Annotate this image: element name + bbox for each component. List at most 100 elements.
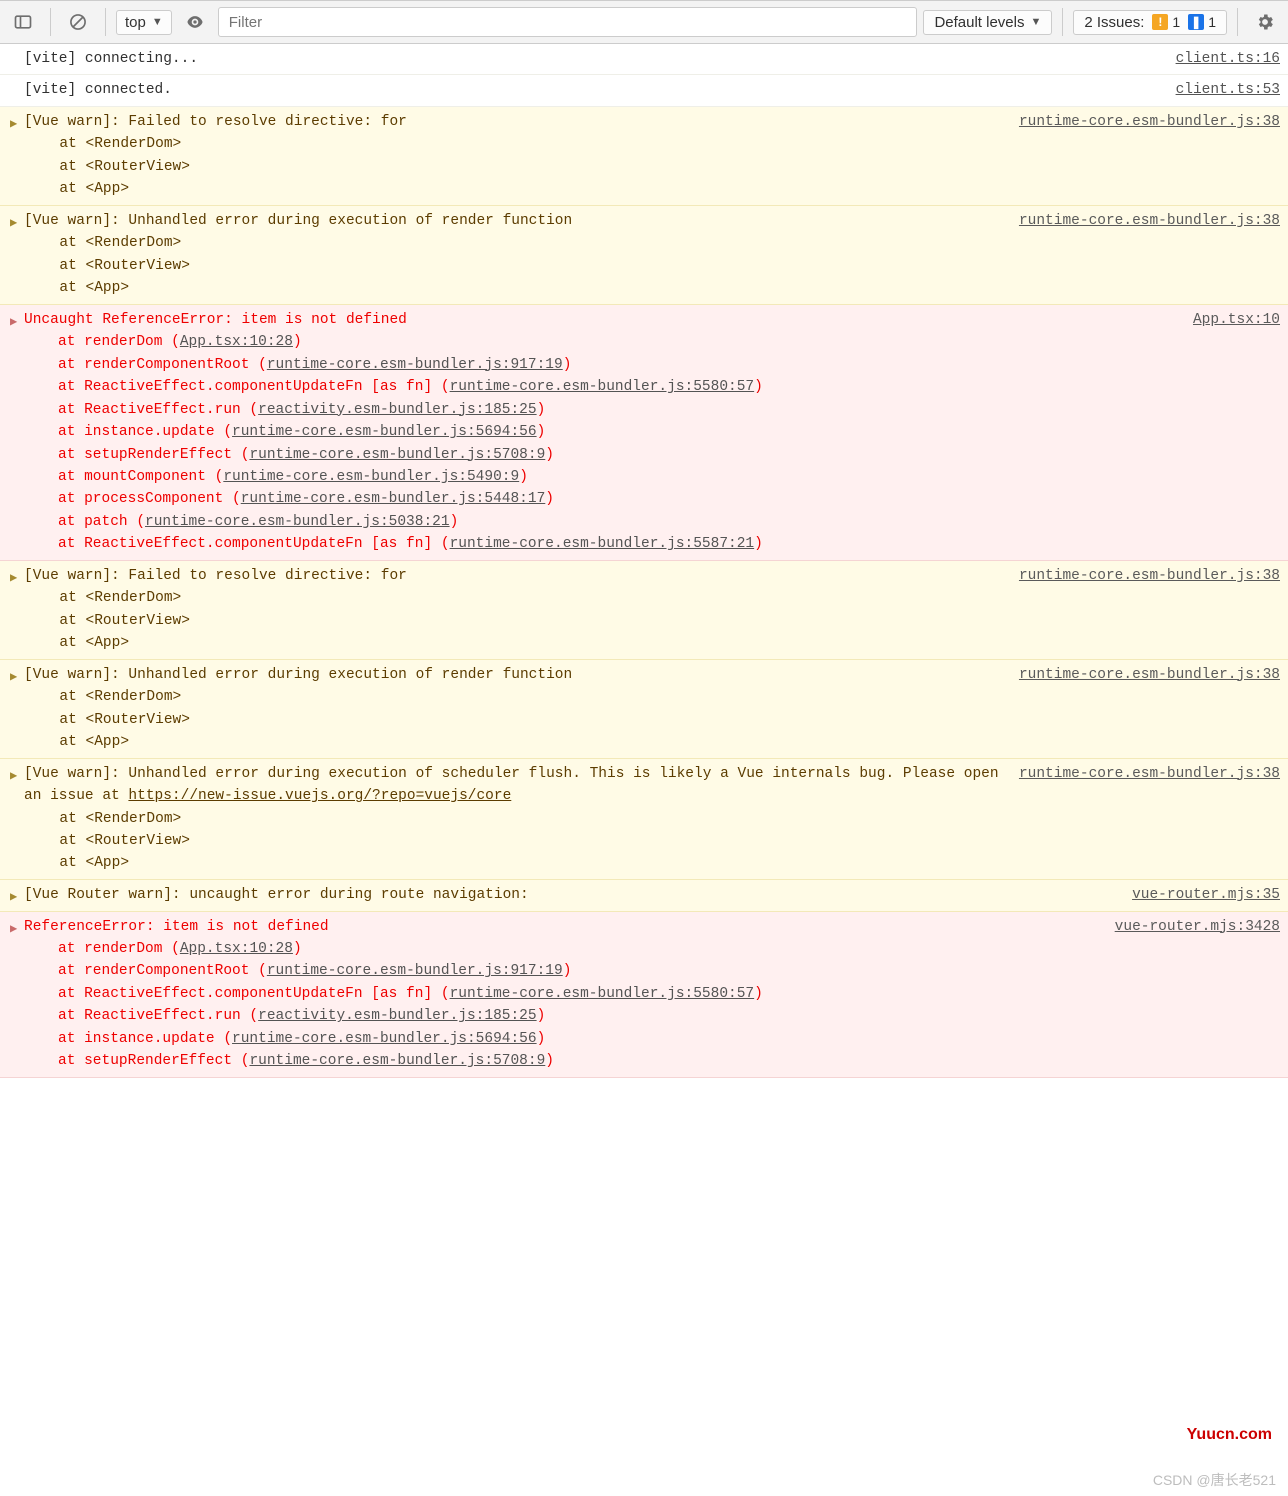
source-link[interactable]: runtime-core.esm-bundler.js:5038:21: [145, 514, 450, 530]
warning-message: [Vue warn]: Unhandled error during execu…: [24, 667, 581, 683]
expand-arrow-icon[interactable]: ▶: [10, 565, 24, 588]
watermark-csdn: CSDN @唐长老521: [1153, 1470, 1276, 1490]
message-body: ReferenceError: item is not definedat re…: [24, 916, 1103, 1073]
stack-frame: at ReactiveEffect.run (reactivity.esm-bu…: [24, 399, 1181, 421]
warning-message: [Vue warn]: Unhandled error during execu…: [24, 213, 581, 229]
source-link[interactable]: client.ts:53: [1176, 79, 1280, 101]
source-link[interactable]: runtime-core.esm-bundler.js:5708:9: [249, 1053, 545, 1069]
console-row: ▶[Vue warn]: Unhandled error during exec…: [0, 759, 1288, 880]
filter-input[interactable]: [218, 7, 918, 37]
stack-frame: at <RouterView>: [24, 709, 1007, 731]
source-link[interactable]: vue-router.mjs:3428: [1115, 916, 1280, 938]
issues-warn-count: 1: [1172, 14, 1180, 30]
live-expression-button[interactable]: [178, 8, 212, 36]
message-body: [Vue warn]: Unhandled error during execu…: [24, 664, 1007, 754]
stack-frame: at renderComponentRoot (runtime-core.esm…: [24, 354, 1181, 376]
clear-console-button[interactable]: [61, 8, 95, 36]
stack-frame: at ReactiveEffect.run (reactivity.esm-bu…: [24, 1005, 1103, 1027]
source-link[interactable]: runtime-core.esm-bundler.js:38: [1019, 565, 1280, 587]
console-row: ▶[Vue warn]: Unhandled error during exec…: [0, 206, 1288, 305]
warning-message: [Vue warn]: Failed to resolve directive:…: [24, 114, 416, 130]
message-body: Uncaught ReferenceError: item is not def…: [24, 309, 1181, 556]
source-link[interactable]: vue-router.mjs:35: [1132, 884, 1280, 906]
console-row: ▶[Vue warn]: Failed to resolve directive…: [0, 107, 1288, 206]
stack-frame: at <RenderDom>: [24, 587, 1007, 609]
source-link[interactable]: App.tsx:10:28: [180, 941, 293, 957]
console-row: ▶ReferenceError: item is not definedat r…: [0, 912, 1288, 1078]
expand-arrow-icon[interactable]: ▶: [10, 111, 24, 134]
expand-arrow-icon[interactable]: ▶: [10, 763, 24, 786]
expand-arrow-icon[interactable]: ▶: [10, 210, 24, 233]
console-output: [vite] connecting...client.ts:16[vite] c…: [0, 44, 1288, 1078]
stack-frame: at setupRenderEffect (runtime-core.esm-b…: [24, 444, 1181, 466]
source-link[interactable]: App.tsx:10:28: [180, 334, 293, 350]
stack-frame: at renderDom (App.tsx:10:28): [24, 331, 1181, 353]
source-link[interactable]: App.tsx:10: [1193, 309, 1280, 331]
settings-button[interactable]: [1248, 8, 1282, 36]
source-link[interactable]: runtime-core.esm-bundler.js:5580:57: [450, 379, 755, 395]
stack-frame: at setupRenderEffect (runtime-core.esm-b…: [24, 1050, 1103, 1072]
execution-context-select[interactable]: top ▼: [116, 10, 172, 35]
source-link[interactable]: runtime-core.esm-bundler.js:5694:56: [232, 424, 537, 440]
source-link[interactable]: runtime-core.esm-bundler.js:38: [1019, 763, 1280, 785]
stack-frame: at <RouterView>: [24, 830, 1007, 852]
stack-frame: at ReactiveEffect.componentUpdateFn [as …: [24, 376, 1181, 398]
watermark-site: Yuucn.com: [1187, 1426, 1272, 1444]
source-link[interactable]: runtime-core.esm-bundler.js:5694:56: [232, 1031, 537, 1047]
chevron-down-icon: ▼: [152, 16, 163, 28]
source-link[interactable]: runtime-core.esm-bundler.js:5587:21: [450, 536, 755, 552]
issues-button[interactable]: 2 Issues: !1 ❚1: [1073, 10, 1227, 35]
stack-frame: at instance.update (runtime-core.esm-bun…: [24, 421, 1181, 443]
warning-message: [Vue Router warn]: uncaught error during…: [24, 887, 529, 903]
stack-frame: at <App>: [24, 852, 1007, 874]
stack-frame: at <RenderDom>: [24, 232, 1007, 254]
issue-link[interactable]: https://new-issue.vuejs.org/?repo=vuejs/…: [128, 788, 511, 804]
source-link[interactable]: runtime-core.esm-bundler.js:38: [1019, 210, 1280, 232]
source-link[interactable]: client.ts:16: [1176, 48, 1280, 70]
message-body: [vite] connecting...: [24, 48, 1164, 70]
stack-frame: at <RouterView>: [24, 255, 1007, 277]
stack-frame: at processComponent (runtime-core.esm-bu…: [24, 488, 1181, 510]
console-row: ▶[Vue warn]: Unhandled error during exec…: [0, 660, 1288, 759]
console-row: [vite] connecting... client.ts:16: [0, 44, 1288, 75]
source-link[interactable]: runtime-core.esm-bundler.js:38: [1019, 111, 1280, 133]
message-body: [Vue warn]: Unhandled error during execu…: [24, 210, 1007, 300]
issues-info-count: 1: [1208, 14, 1216, 30]
source-link[interactable]: runtime-core.esm-bundler.js:38: [1019, 664, 1280, 686]
sidebar-toggle-button[interactable]: [6, 8, 40, 36]
log-levels-select[interactable]: Default levels ▼: [923, 10, 1052, 35]
expand-arrow-icon[interactable]: ▶: [10, 884, 24, 907]
error-message: Uncaught ReferenceError: item is not def…: [24, 309, 1181, 331]
stack-frame: at <RouterView>: [24, 156, 1007, 178]
expand-arrow-icon[interactable]: ▶: [10, 309, 24, 332]
error-message: ReferenceError: item is not defined: [24, 916, 1103, 938]
stack-frame: at <RenderDom>: [24, 686, 1007, 708]
console-row: ▶Uncaught ReferenceError: item is not de…: [0, 305, 1288, 561]
console-toolbar: top ▼ Default levels ▼ 2 Issues: !1 ❚1: [0, 0, 1288, 44]
source-link[interactable]: reactivity.esm-bundler.js:185:25: [258, 1008, 536, 1024]
stack-frame: at <App>: [24, 277, 1007, 299]
issues-label: 2 Issues:: [1084, 14, 1144, 31]
source-link[interactable]: runtime-core.esm-bundler.js:917:19: [267, 357, 563, 373]
message-body: [Vue Router warn]: uncaught error during…: [24, 884, 1120, 906]
expand-arrow-icon[interactable]: ▶: [10, 664, 24, 687]
stack-frame: at <App>: [24, 632, 1007, 654]
source-link[interactable]: runtime-core.esm-bundler.js:5708:9: [249, 447, 545, 463]
source-link[interactable]: runtime-core.esm-bundler.js:5580:57: [450, 986, 755, 1002]
expand-arrow-icon[interactable]: [10, 48, 24, 52]
chevron-down-icon: ▼: [1030, 16, 1041, 28]
stack-frame: at <App>: [24, 178, 1007, 200]
console-row: ▶[Vue Router warn]: uncaught error durin…: [0, 880, 1288, 912]
stack-frame: at patch (runtime-core.esm-bundler.js:50…: [24, 511, 1181, 533]
console-row: [vite] connected.client.ts:53: [0, 75, 1288, 106]
context-label: top: [125, 14, 146, 31]
expand-arrow-icon[interactable]: [10, 79, 24, 83]
levels-label: Default levels: [934, 14, 1024, 31]
source-link[interactable]: runtime-core.esm-bundler.js:917:19: [267, 963, 563, 979]
stack-frame: at ReactiveEffect.componentUpdateFn [as …: [24, 533, 1181, 555]
source-link[interactable]: runtime-core.esm-bundler.js:5490:9: [223, 469, 519, 485]
source-link[interactable]: reactivity.esm-bundler.js:185:25: [258, 402, 536, 418]
stack-frame: at <RenderDom>: [24, 133, 1007, 155]
source-link[interactable]: runtime-core.esm-bundler.js:5448:17: [241, 491, 546, 507]
expand-arrow-icon[interactable]: ▶: [10, 916, 24, 939]
